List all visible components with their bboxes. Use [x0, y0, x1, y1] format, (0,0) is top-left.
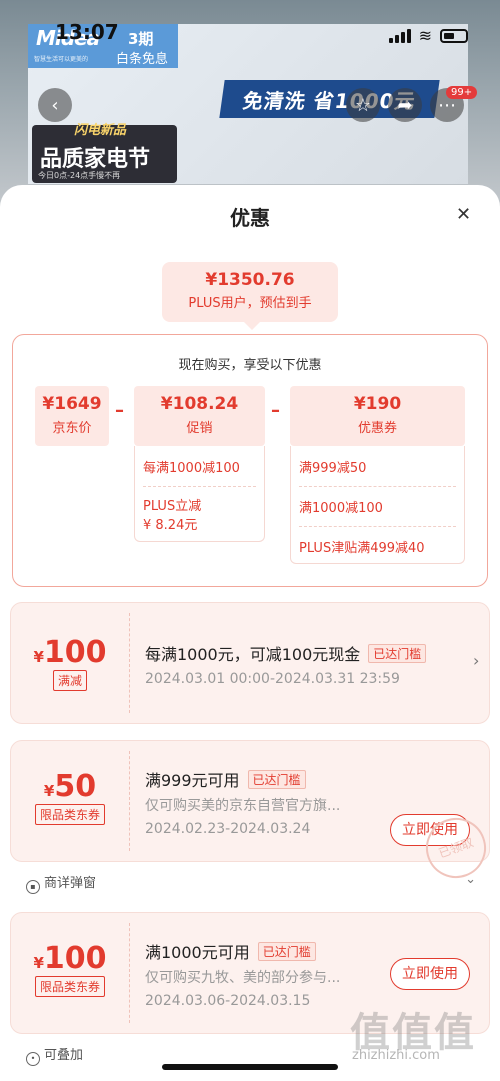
- card-amount: ¥50: [43, 769, 97, 804]
- card-headline: 满999元可用 已达门槛: [145, 767, 306, 791]
- card-desc: 仅可购买美的京东自营官方旗...: [145, 798, 341, 814]
- promo-box: ¥108.24 促销: [134, 386, 265, 446]
- reached-badge: 已达门槛: [368, 644, 427, 663]
- stack-icon: •: [26, 1052, 40, 1066]
- festival-title: 品质家电节: [40, 147, 151, 172]
- list-item: 满1000减100: [299, 501, 383, 516]
- minus-icon: –: [115, 400, 124, 421]
- battery-icon: [440, 28, 468, 43]
- card-tag: 满减: [52, 670, 87, 691]
- festival-top-label: 闪电新品: [74, 123, 127, 138]
- jd-price-label: 京东价: [52, 421, 92, 436]
- list-item: PLUS津贴满499减40: [299, 541, 425, 556]
- estimated-price: ¥1350.76: [205, 270, 295, 290]
- reached-badge: 已达门槛: [247, 770, 306, 789]
- list-item: 满999减50: [299, 461, 367, 476]
- minus-icon: –: [271, 400, 280, 421]
- card-amount: ¥100: [33, 635, 107, 670]
- brand-slogan: 智慧生活可以更美的: [34, 56, 89, 63]
- jd-price-box: ¥1649 京东价: [35, 386, 109, 446]
- card-dates: 2024.03.01 00:00-2024.03.31 23:59: [145, 671, 400, 687]
- promo-list: 每满1000减100 PLUS立减 ¥ 8.24元: [134, 446, 265, 542]
- coupon-total: ¥190: [353, 394, 402, 414]
- coupon-box: ¥190 优惠券: [290, 386, 465, 446]
- chevron-down-icon[interactable]: ⌄: [465, 872, 476, 887]
- card-desc: 仅可购买九牧、美的部分参与...: [145, 970, 341, 986]
- festival-note: 今日0点-24点手慢不再: [38, 171, 121, 180]
- share-icon[interactable]: ➦: [388, 88, 422, 122]
- favorite-star-icon[interactable]: ☆: [346, 88, 380, 122]
- wifi-icon: ≋: [418, 26, 432, 45]
- card-dates: 2024.03.06-2024.03.15: [145, 993, 311, 1009]
- card-amount-area: ¥50 限品类东券: [11, 741, 129, 861]
- card-headline: 满1000元可用 已达门槛: [145, 939, 316, 963]
- card-amount-area: ¥100 满减: [11, 603, 129, 723]
- card-amount-area: ¥100 限品类东券: [11, 913, 129, 1033]
- estimated-price-label: PLUS用户，预估到手: [188, 296, 312, 311]
- card-footer-label: 商详弹窗: [44, 876, 97, 891]
- chevron-right-icon[interactable]: ›: [473, 651, 479, 670]
- card-footer-label: 可叠加: [44, 1048, 84, 1063]
- festival-banner: 闪电新品 品质家电节 今日0点-24点手慢不再: [32, 123, 177, 183]
- card-footer[interactable]: ▪ 商详弹窗 ⌄: [10, 872, 490, 894]
- promo-periods: 3期: [128, 30, 154, 48]
- back-icon[interactable]: ‹: [38, 88, 72, 122]
- message-badge: 99+: [446, 86, 478, 99]
- card-tag: 限品类东券: [34, 804, 105, 825]
- discount-card[interactable]: ¥100 满减 每满1000元，可减100元现金 已达门槛 2024.03.01 …: [10, 602, 490, 724]
- status-icons: ≋: [388, 26, 468, 45]
- estimated-price-box: ¥1350.76 PLUS用户，预估到手: [162, 262, 338, 330]
- card-amount: ¥100: [33, 941, 107, 976]
- status-time: 13:07: [55, 20, 119, 44]
- promo-total: ¥108.24: [160, 394, 239, 414]
- watermark-site: zhizhizhi.com: [352, 1048, 440, 1063]
- use-now-button[interactable]: 立即使用: [390, 958, 470, 990]
- coupon-list: 满999减50 满1000减100 PLUS津贴满499减40: [290, 446, 465, 564]
- sheet-title: 优惠: [230, 206, 270, 230]
- popup-icon: ▪: [26, 880, 40, 894]
- promo-label: 促销: [186, 421, 213, 436]
- reached-badge: 已达门槛: [257, 942, 316, 961]
- promo-interest-free: 白条免息: [116, 52, 169, 67]
- card-tag: 限品类东券: [34, 976, 105, 997]
- list-item: PLUS立减 ¥ 8.24元: [143, 499, 202, 533]
- list-item: 每满1000减100: [143, 461, 240, 476]
- card-dates: 2024.02.23-2024.03.24: [145, 821, 311, 837]
- jd-price: ¥1649: [42, 394, 102, 414]
- card-headline: 每满1000元，可减100元现金 已达门槛: [145, 641, 427, 665]
- breakdown-heading: 现在购买，享受以下优惠: [178, 358, 322, 373]
- home-indicator: [162, 1064, 338, 1070]
- signal-icon: [388, 28, 411, 43]
- coupon-label: 优惠券: [357, 421, 397, 436]
- close-icon[interactable]: ✕: [456, 204, 471, 225]
